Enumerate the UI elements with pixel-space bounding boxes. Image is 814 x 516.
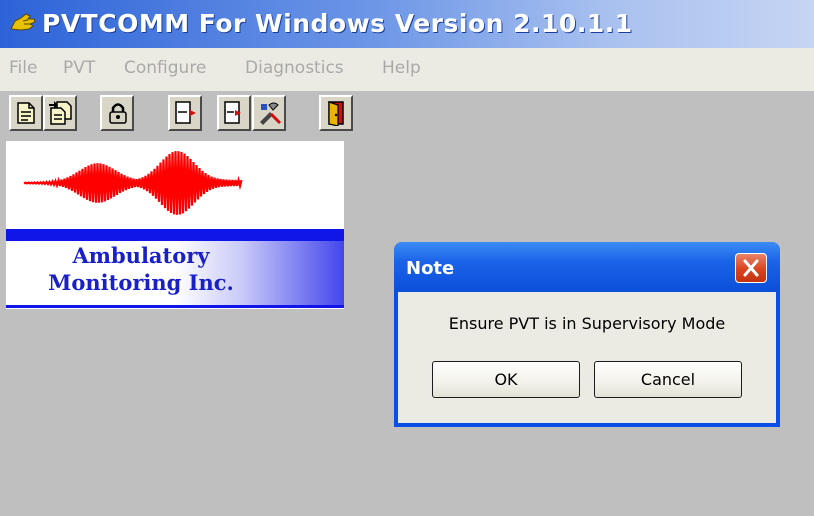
- title-bar: PVTCOMM For Windows Version 2.10.1.1: [0, 0, 814, 48]
- menu-configure[interactable]: Configure: [124, 58, 206, 78]
- dialog-message: Ensure PVT is in Supervisory Mode: [448, 314, 726, 333]
- copy-document-button[interactable]: [43, 95, 77, 131]
- dialog-title: Note: [406, 258, 455, 279]
- logo-line-1: Ambulatory: [72, 243, 210, 268]
- download-button[interactable]: [168, 95, 202, 131]
- menu-help[interactable]: Help: [382, 58, 421, 78]
- logo-text-strip: Ambulatory Monitoring Inc.: [6, 241, 344, 305]
- lock-button[interactable]: [100, 95, 134, 131]
- upload-button[interactable]: [217, 95, 251, 131]
- dialog-close-button[interactable]: [735, 253, 767, 283]
- dialog-body: Ensure PVT is in Supervisory Mode OK Can…: [398, 292, 776, 423]
- tools-button[interactable]: [252, 95, 286, 131]
- logo-bottom-rule: [6, 305, 344, 308]
- logo-blue-band: [6, 229, 344, 241]
- app-hand-icon[interactable]: [9, 11, 37, 37]
- logo-line-2: Monitoring Inc.: [48, 270, 234, 295]
- menu-pvt[interactable]: PVT: [63, 58, 95, 78]
- menu-file[interactable]: File: [9, 58, 37, 78]
- toolbar: [0, 91, 814, 138]
- window-title: PVTCOMM For Windows Version 2.10.1.1: [42, 9, 633, 38]
- ok-button[interactable]: OK: [432, 361, 580, 398]
- close-icon: [736, 259, 766, 286]
- menu-bar: File PVT Configure Diagnostics Help: [0, 48, 814, 91]
- note-dialog: Note Ensure PVT is in Supervisory Mode O…: [394, 242, 780, 427]
- menu-diagnostics[interactable]: Diagnostics: [245, 58, 344, 78]
- waveform-graphic: [23, 151, 243, 215]
- new-document-button[interactable]: [9, 95, 43, 131]
- cancel-button[interactable]: Cancel: [594, 361, 742, 398]
- company-logo: Ambulatory Monitoring Inc.: [6, 141, 344, 309]
- exit-button[interactable]: [319, 95, 353, 131]
- dialog-title-bar: Note: [394, 242, 780, 292]
